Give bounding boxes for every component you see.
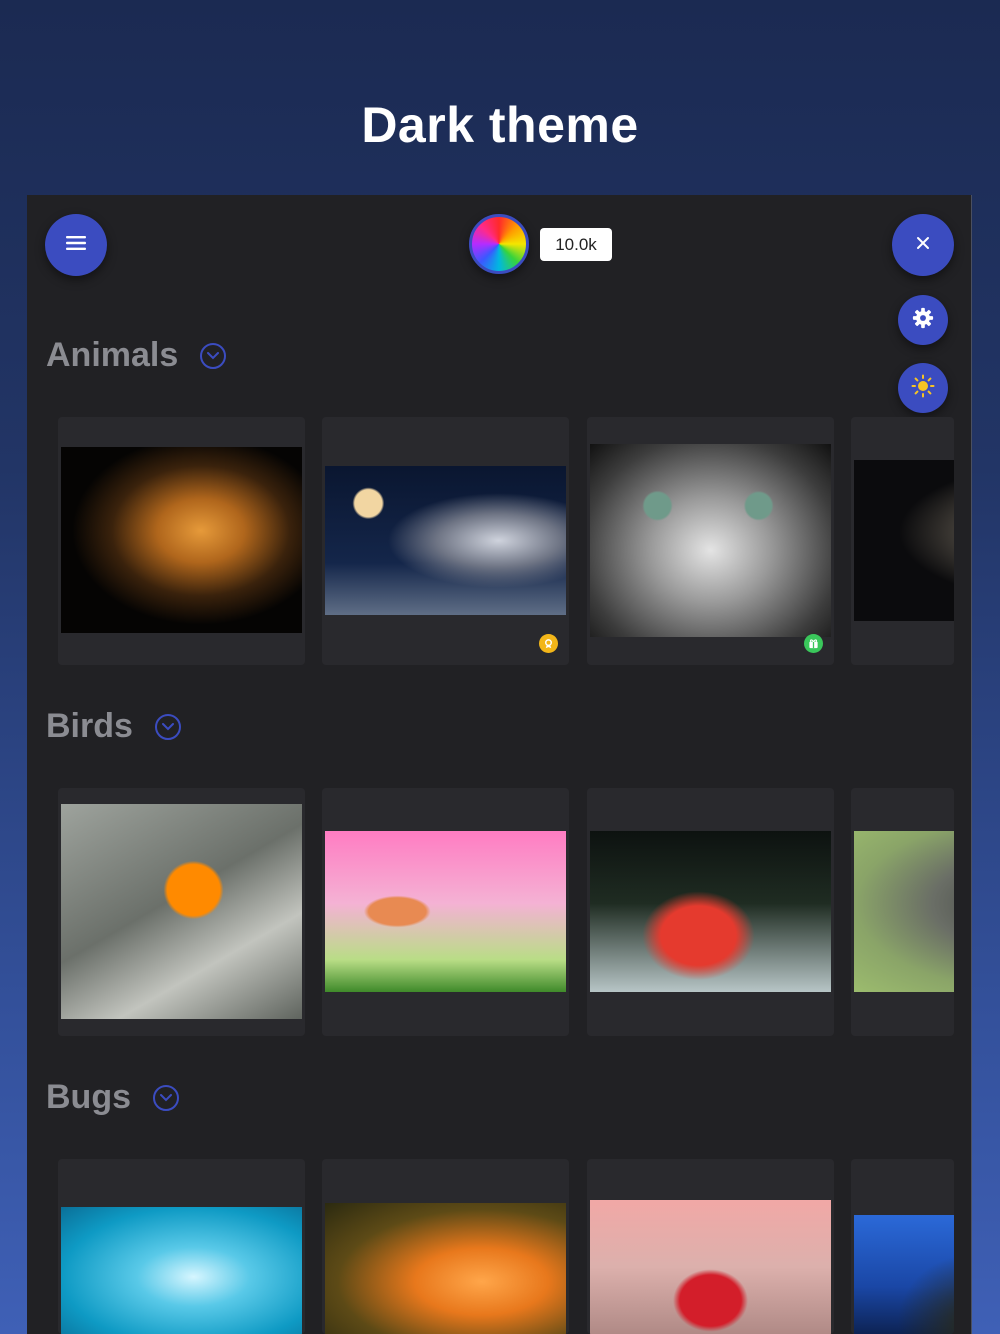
card-blue-field[interactable] — [851, 1159, 954, 1334]
hamburger-icon — [65, 235, 87, 256]
marketing-title: Dark theme — [361, 97, 639, 153]
thumbnail-image — [854, 831, 954, 992]
chevron-down-circle-icon[interactable] — [200, 342, 227, 369]
thumbnail-image — [325, 831, 566, 992]
section-header-animals[interactable]: Animals — [46, 336, 227, 375]
card-cat[interactable] — [587, 417, 834, 665]
thumbnail-image — [325, 1203, 566, 1334]
gear-icon — [912, 307, 934, 334]
card-oriole[interactable] — [58, 788, 305, 1036]
card-bullfinch[interactable] — [322, 788, 569, 1036]
section-header-birds[interactable]: Birds — [46, 707, 181, 746]
thumbnail-image — [61, 1207, 302, 1334]
thumbnail-image — [590, 1200, 831, 1334]
card-tiger[interactable] — [58, 417, 305, 665]
chevron-down-circle-icon[interactable] — [153, 1084, 179, 1111]
section-header-bugs[interactable]: Bugs — [46, 1078, 179, 1117]
thumbnail-image — [61, 804, 302, 1019]
sun-icon — [911, 374, 935, 403]
card-butterfly-blue[interactable] — [58, 1159, 305, 1334]
card-wolves-moon[interactable] — [322, 417, 569, 665]
chevron-down-circle-icon[interactable] — [154, 713, 181, 740]
close-icon — [916, 236, 930, 255]
menu-button[interactable] — [45, 214, 107, 276]
thumbnail-image — [854, 460, 954, 621]
settings-button[interactable] — [898, 295, 948, 345]
coin-counter: 10.0k — [540, 228, 612, 261]
thumbnail-image — [325, 466, 566, 615]
theme-toggle-button[interactable] — [898, 363, 948, 413]
thumbnail-image — [590, 444, 831, 637]
close-button[interactable] — [892, 214, 954, 276]
thumbnail-image — [61, 447, 302, 633]
section-title: Birds — [46, 707, 133, 745]
app-screen: 10.0k Animals Birds Bugs — [27, 195, 972, 1334]
card-ladybug[interactable] — [587, 1159, 834, 1334]
thumbnail-image — [590, 831, 831, 992]
color-wheel-icon[interactable] — [469, 214, 529, 274]
section-title: Bugs — [46, 1078, 131, 1116]
card-owl[interactable] — [851, 788, 954, 1036]
gift-icon — [804, 634, 823, 653]
card-butterfly-flowers[interactable] — [322, 1159, 569, 1334]
award-icon — [539, 634, 558, 653]
section-title: Animals — [46, 336, 179, 374]
card-sunbird[interactable] — [587, 788, 834, 1036]
card-white-tiger[interactable] — [851, 417, 954, 665]
thumbnail-image — [854, 1215, 954, 1334]
